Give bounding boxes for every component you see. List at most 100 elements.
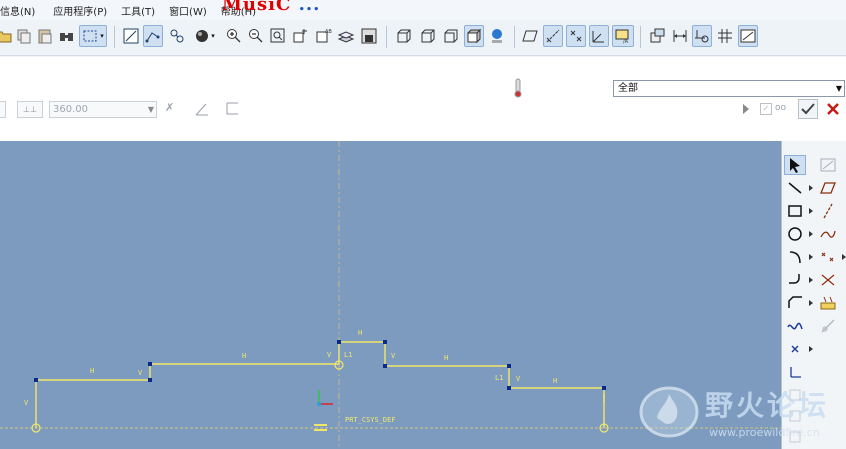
main-toolbar: ▾ ▾ AB /A (0, 20, 846, 56)
sketch-constraints-icon[interactable] (647, 25, 667, 47)
strengthen-icon[interactable]: ✗ (165, 101, 181, 118)
axis-display-icon[interactable] (543, 25, 563, 47)
selection-filter-select[interactable]: 全部 ▼ (613, 80, 845, 97)
menu-info[interactable]: 信息(N) (0, 3, 41, 18)
select-box-icon[interactable]: ▾ (79, 25, 107, 47)
menu-bar: 信息(N) 应用程序(P) 工具(T) 窗口(W) 帮助(H) (0, 0, 846, 20)
angle-value-field[interactable]: 360.00 ▼ (49, 101, 157, 118)
constraint-display-icon[interactable] (692, 25, 712, 47)
mirror-icon[interactable] (817, 316, 839, 336)
menu-window[interactable]: 窗口(W) (163, 3, 213, 18)
parallelogram-icon[interactable] (817, 178, 839, 198)
frame-icon[interactable] (226, 102, 239, 115)
hidden-line-icon[interactable] (418, 25, 438, 47)
sketch-view-icon[interactable] (143, 25, 163, 47)
point-icon[interactable] (817, 247, 839, 267)
chamfer-icon[interactable] (784, 293, 806, 313)
music-overlay: MusiC ... (222, 0, 320, 15)
toolbar-separator (114, 26, 115, 48)
sketch-orient-icon[interactable] (738, 25, 758, 47)
palette-shapes-icon[interactable] (817, 293, 839, 313)
watermark-url: www.proewildfire.cn (709, 426, 820, 439)
paste-icon[interactable] (35, 25, 55, 47)
annotation-display-icon[interactable]: /A (612, 25, 634, 47)
select-arrow-icon[interactable] (784, 155, 806, 175)
dimension-display-icon[interactable] (670, 25, 690, 47)
chevron-down-icon[interactable]: ▼ (148, 102, 154, 117)
linear-dim-icon[interactable]: ⊥⊥ (17, 101, 43, 118)
checkmark-icon (801, 103, 815, 115)
arc-icon[interactable] (784, 247, 806, 267)
shade-sphere-icon[interactable]: ▾ (191, 25, 217, 47)
display-style-save-icon[interactable] (359, 25, 379, 47)
vertex (383, 340, 387, 344)
flyout-arrow-icon[interactable] (809, 231, 813, 237)
menu-tools[interactable]: 工具(T) (115, 3, 161, 18)
angle-value: 360.00 (53, 104, 88, 115)
rectangle-icon[interactable] (784, 201, 806, 221)
repaint-icon[interactable] (121, 25, 141, 47)
play-arrow-icon[interactable] (742, 103, 750, 115)
refit-icon[interactable] (268, 25, 288, 47)
circle-icon[interactable] (784, 224, 806, 244)
trim-icon[interactable] (817, 270, 839, 290)
no-hidden-icon[interactable] (441, 25, 461, 47)
fillet-icon[interactable] (784, 270, 806, 290)
orient-icon[interactable]: AB (313, 25, 333, 47)
flyout-arrow-icon[interactable] (809, 346, 813, 352)
vertex (337, 340, 341, 344)
constraint-label: L1 (495, 374, 503, 382)
constraint-label: L1 (344, 351, 352, 359)
svg-text:/A: /A (623, 39, 629, 45)
confirm-button[interactable] (798, 99, 818, 119)
wireframe-icon[interactable] (394, 25, 414, 47)
sketch-point-icon[interactable] (784, 339, 806, 359)
appearance-icon[interactable] (487, 25, 507, 47)
palette-icon[interactable] (817, 155, 839, 175)
svg-text:AB: AB (325, 29, 332, 35)
constraint-label: V (391, 352, 396, 360)
csys-display-icon[interactable] (589, 25, 609, 47)
spline-tool-icon[interactable] (784, 316, 806, 336)
flyout-arrow-icon[interactable] (809, 277, 813, 283)
sketch-profile (35, 341, 605, 428)
find-icon[interactable] (57, 25, 77, 47)
cancel-button[interactable] (824, 100, 842, 118)
flyout-arrow-icon[interactable] (809, 208, 813, 214)
dimension-toolbar: ⊥⊥ 360.00 ▼ ✗ ✓ oo (0, 99, 846, 120)
shaded-icon[interactable] (464, 25, 484, 47)
thermometer-icon (512, 78, 524, 98)
csys-origin (317, 402, 321, 406)
datum-display-icon[interactable] (167, 25, 187, 47)
flyout-arrow-icon[interactable] (809, 300, 813, 306)
flyout-arrow-icon[interactable] (809, 254, 813, 260)
constraint-label: H (444, 354, 448, 362)
vertex (602, 386, 606, 390)
line-icon[interactable] (784, 178, 806, 198)
point-display-icon[interactable] (566, 25, 586, 47)
music-dots: ... (298, 0, 321, 15)
glasses-icon[interactable]: oo (775, 103, 793, 115)
open-folder-icon[interactable] (0, 25, 14, 47)
spline-icon[interactable] (817, 224, 839, 244)
zoom-out-icon[interactable] (246, 25, 266, 47)
named-view-icon[interactable] (291, 25, 311, 47)
zoom-in-icon[interactable] (224, 25, 244, 47)
grid-display-icon[interactable] (715, 25, 735, 47)
centerline-icon[interactable] (817, 201, 839, 221)
chevron-down-icon[interactable]: ▼ (836, 81, 842, 96)
plane-display-icon[interactable] (520, 25, 540, 47)
menu-applications[interactable]: 应用程序(P) (47, 3, 113, 18)
flyout-arrow-icon[interactable] (809, 185, 813, 191)
constraint-label: V (138, 369, 143, 377)
angle-icon[interactable] (194, 101, 210, 118)
flyout-arrow-icon[interactable] (842, 254, 846, 260)
copy-icon[interactable] (14, 25, 34, 47)
equal-marker (314, 424, 327, 426)
preview-checkbox[interactable]: ✓ (760, 103, 772, 115)
equal-marker (314, 429, 327, 431)
value-field-stub[interactable] (0, 101, 6, 118)
music-word: MusiC (222, 0, 292, 15)
layers-icon[interactable] (336, 25, 356, 47)
flame-logo (635, 380, 705, 440)
